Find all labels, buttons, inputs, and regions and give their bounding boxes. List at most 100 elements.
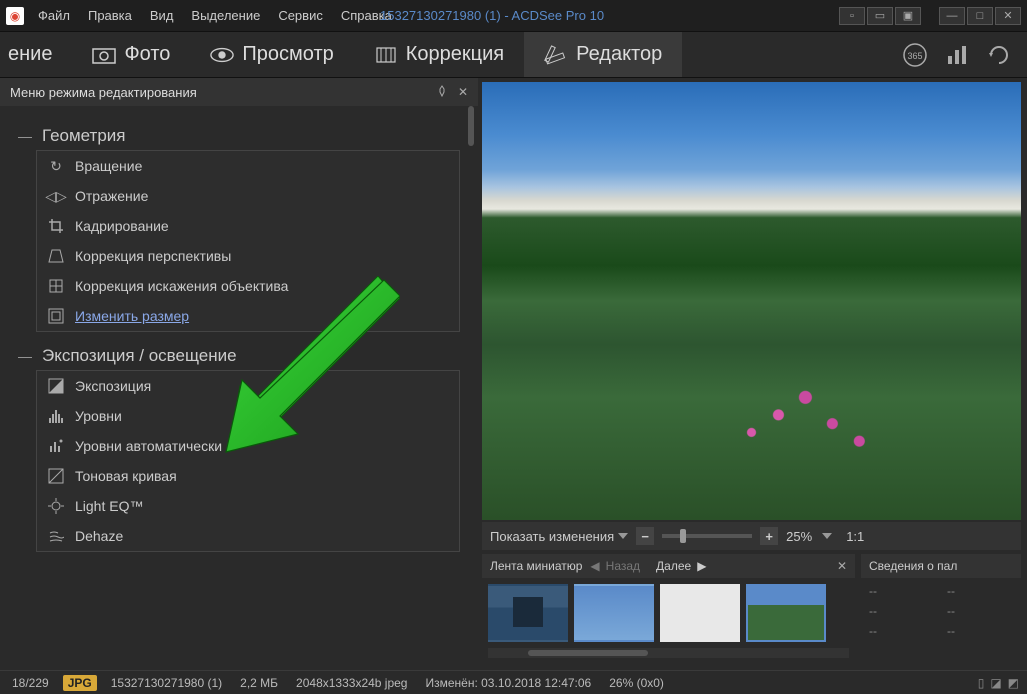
photo-icon: [92, 43, 116, 67]
status-filename: 15327130271980 (1): [107, 676, 226, 690]
info-cell: --: [869, 624, 935, 638]
exposure-icon: [47, 377, 65, 395]
zoom-slider[interactable]: [662, 534, 752, 538]
ruler-pencil-icon: [544, 43, 568, 67]
close-panel-icon[interactable]: ✕: [458, 85, 468, 100]
titlebar: Файл Правка Вид Выделение Сервис Справка…: [0, 0, 1027, 32]
tone-curve-icon: [47, 467, 65, 485]
menu-edit[interactable]: Правка: [88, 8, 132, 23]
app-icon: [6, 7, 24, 25]
wc-3[interactable]: ▣: [895, 7, 921, 25]
info-panel: Сведения о пал -- -- -- -- -- --: [861, 554, 1021, 664]
menu-file[interactable]: Файл: [38, 8, 70, 23]
maximize-button[interactable]: □: [967, 7, 993, 25]
filmstrip-close-icon[interactable]: ✕: [837, 559, 847, 573]
sliders-icon: [374, 43, 398, 67]
pin-icon[interactable]: [436, 85, 448, 100]
filmstrip-title: Лента миниатюр: [490, 559, 582, 573]
nav-next-icon[interactable]: ▶: [697, 559, 706, 573]
nav-next-label[interactable]: Далее: [656, 559, 691, 573]
nav-back-label[interactable]: Назад: [606, 559, 640, 573]
menu-select[interactable]: Выделение: [191, 8, 260, 23]
chevron-down-icon: [618, 533, 628, 539]
tool-flip[interactable]: ◁▷ Отражение: [37, 181, 459, 211]
sync-365-icon[interactable]: 365: [901, 41, 929, 69]
status-icons: ▯ ◪ ◩: [978, 676, 1019, 690]
status-index: 18/229: [8, 676, 53, 690]
tool-dehaze[interactable]: Dehaze: [37, 521, 459, 551]
geometry-list: ↻ Вращение ◁▷ Отражение Кадрирование: [36, 150, 460, 332]
status-icon-1[interactable]: ▯: [978, 676, 985, 690]
wc-2[interactable]: ▭: [867, 7, 893, 25]
section-geometry[interactable]: — Геометрия: [18, 126, 460, 146]
right-toolbar: 365: [887, 41, 1027, 69]
zoom-out-button[interactable]: −: [636, 527, 654, 545]
info-cell: --: [947, 584, 1013, 598]
zoom-in-button[interactable]: +: [760, 527, 778, 545]
filmstrip-header: Лента миниатюр ◀ Назад Далее ▶ ✕: [482, 554, 855, 578]
tool-perspective[interactable]: Коррекция перспективы: [37, 241, 459, 271]
window-controls: ▫ ▭ ▣ — □ ✕: [839, 7, 1021, 25]
collapse-icon: —: [18, 128, 32, 144]
tool-light-eq[interactable]: Light EQ™: [37, 491, 459, 521]
tool-crop[interactable]: Кадрирование: [37, 211, 459, 241]
zoom-bar: Показать изменения − + 25% 1:1: [482, 522, 1021, 550]
exposure-list: Экспозиция Уровни Уровни автоматически: [36, 370, 460, 552]
refresh-icon[interactable]: [985, 41, 1013, 69]
panel-header: Меню режима редактирования ✕: [0, 78, 478, 106]
mode-tab-preview[interactable]: Просмотр: [190, 32, 353, 77]
chevron-down-icon[interactable]: [822, 533, 832, 539]
tool-rotate[interactable]: ↻ Вращение: [37, 151, 459, 181]
info-cell: --: [947, 604, 1013, 618]
zoom-percent: 25%: [786, 529, 812, 544]
auto-levels-icon: [47, 437, 65, 455]
menu-service[interactable]: Сервис: [278, 8, 323, 23]
menu-view[interactable]: Вид: [150, 8, 174, 23]
svg-text:365: 365: [907, 51, 922, 61]
flip-icon: ◁▷: [47, 187, 65, 205]
tool-levels[interactable]: Уровни: [37, 401, 459, 431]
minimize-button[interactable]: —: [939, 7, 965, 25]
tool-lens-distortion[interactable]: Коррекция искажения объектива: [37, 271, 459, 301]
perspective-icon: [47, 247, 65, 265]
mode-tab-correction[interactable]: Коррекция: [354, 32, 524, 77]
mode-tab-photo[interactable]: Фото: [72, 32, 190, 77]
filmstrip-panel: Лента миниатюр ◀ Назад Далее ▶ ✕: [482, 554, 855, 664]
tool-resize[interactable]: Изменить размер: [37, 301, 459, 331]
thumbnail[interactable]: [746, 584, 826, 642]
status-format-badge: JPG: [63, 675, 97, 691]
thumbnail[interactable]: [660, 584, 740, 642]
status-icon-3[interactable]: ◩: [1008, 676, 1019, 690]
thumbnail[interactable]: [574, 584, 654, 642]
window-title: 15327130271980 (1) - ACDSee Pro 10: [380, 8, 604, 23]
tool-exposure[interactable]: Экспозиция: [37, 371, 459, 401]
wc-1[interactable]: ▫: [839, 7, 865, 25]
info-cell: --: [869, 604, 935, 618]
status-icon-2[interactable]: ◪: [990, 676, 1001, 690]
filmstrip-scrollbar[interactable]: [488, 648, 849, 658]
tool-auto-levels[interactable]: Уровни автоматически: [37, 431, 459, 461]
preview-image: [482, 82, 1021, 520]
panel-scrollbar[interactable]: [466, 106, 476, 670]
thumbnails: [482, 578, 855, 648]
mode-tab-manage[interactable]: ение: [0, 32, 72, 77]
mode-tabs: ение Фото Просмотр Коррекция Редактор 36…: [0, 32, 1027, 78]
mode-tab-editor[interactable]: Редактор: [524, 32, 682, 77]
zoom-1to1[interactable]: 1:1: [846, 529, 864, 544]
info-cell: --: [869, 584, 935, 598]
rotate-icon: ↻: [47, 157, 65, 175]
right-area: Показать изменения − + 25% 1:1 Лента мин…: [478, 78, 1027, 670]
nav-back-icon[interactable]: ◀: [590, 559, 599, 573]
show-changes-dropdown[interactable]: Показать изменения: [490, 529, 628, 544]
image-viewport[interactable]: [482, 82, 1021, 520]
status-dimensions: 2048x1333x24b jpeg: [292, 676, 411, 690]
bars-icon[interactable]: [943, 41, 971, 69]
thumbnail[interactable]: [488, 584, 568, 642]
info-grid: -- -- -- -- -- --: [861, 578, 1021, 644]
tool-tone-curve[interactable]: Тоновая кривая: [37, 461, 459, 491]
close-button[interactable]: ✕: [995, 7, 1021, 25]
collapse-icon: —: [18, 348, 32, 364]
section-exposure[interactable]: — Экспозиция / освещение: [18, 346, 460, 366]
crop-icon: [47, 217, 65, 235]
info-title: Сведения о пал: [869, 559, 957, 573]
